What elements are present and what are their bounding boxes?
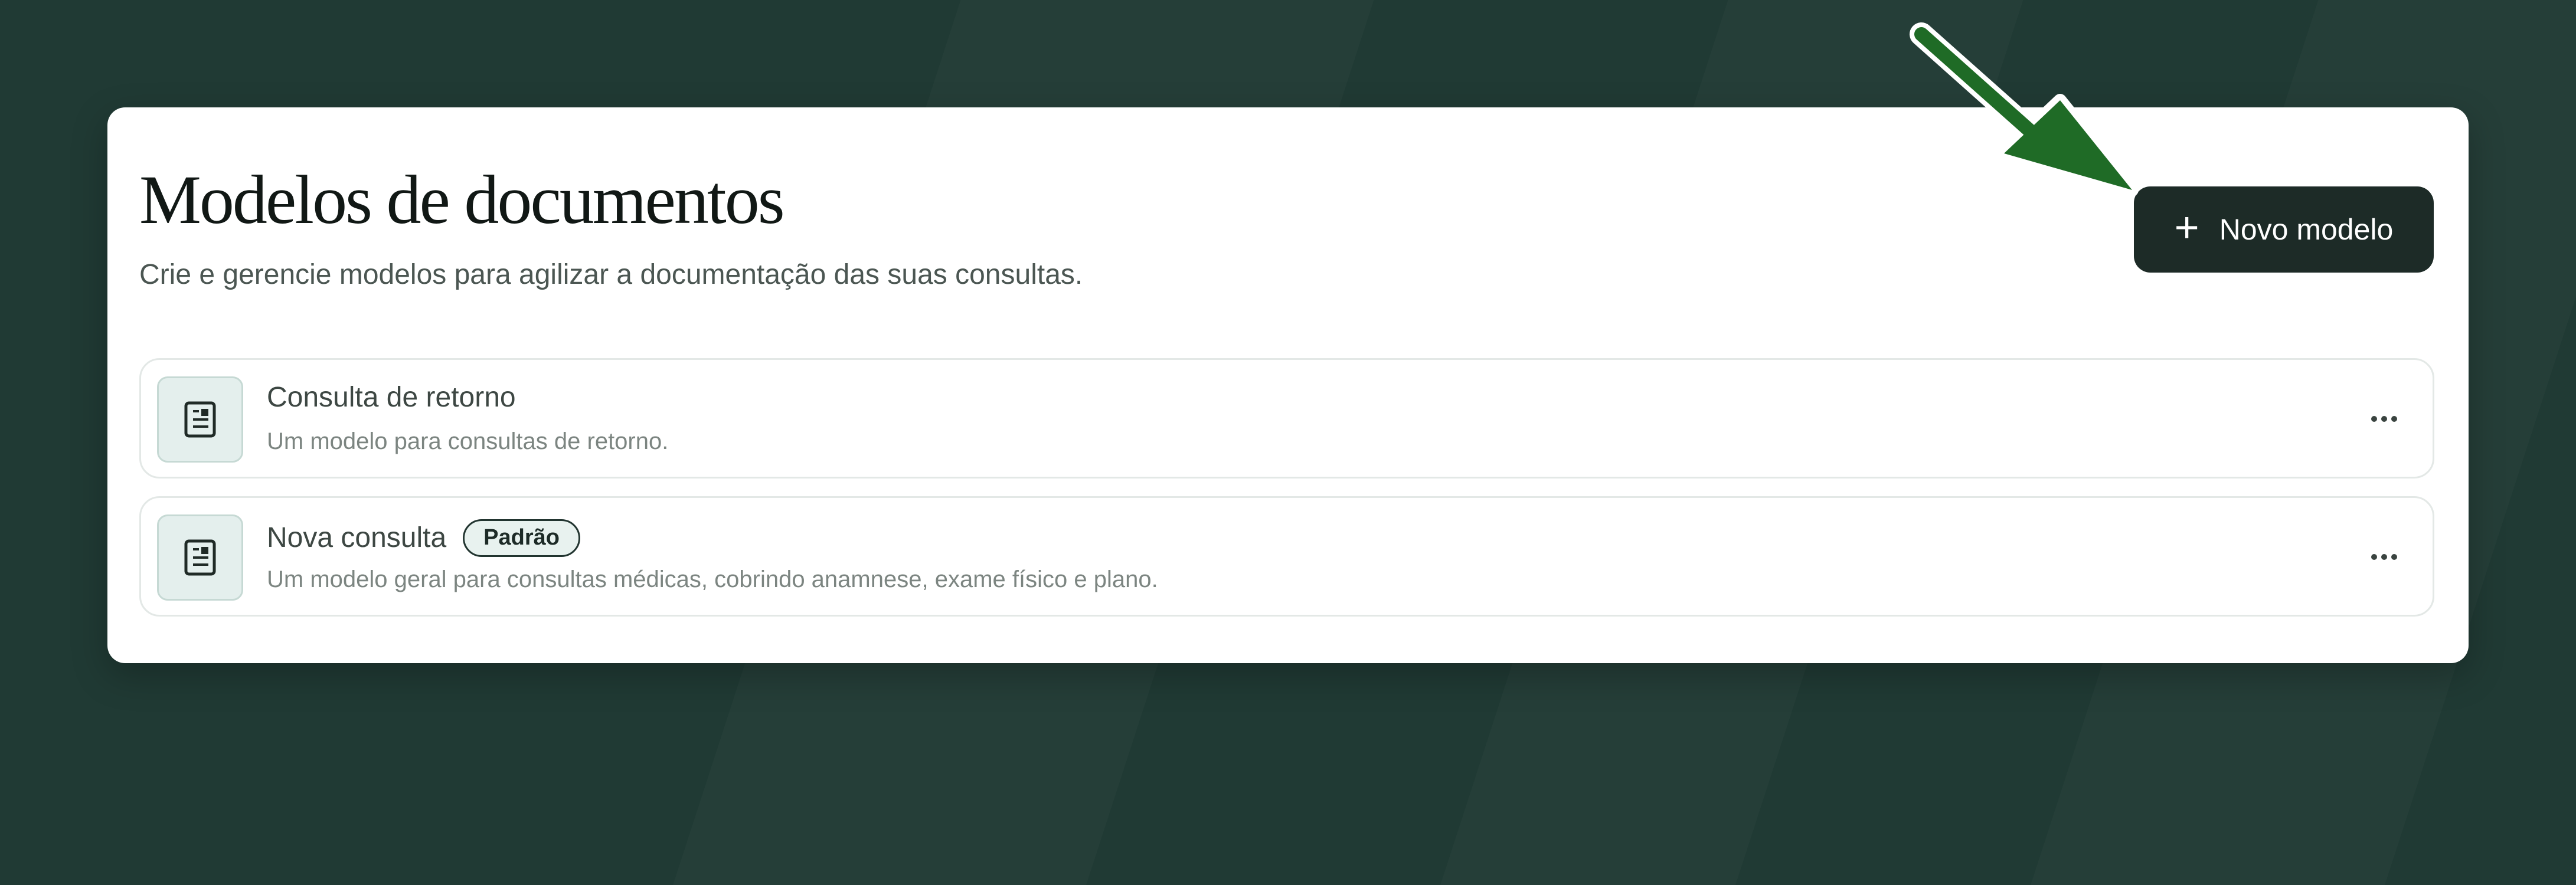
default-badge: Padrão [463, 519, 580, 557]
template-row-nova-consulta[interactable]: Nova consulta Padrão Um modelo geral par… [139, 496, 2434, 617]
more-dot [2381, 554, 2387, 560]
new-model-button-label: Novo modelo [2219, 213, 2394, 246]
document-icon [157, 376, 243, 463]
template-row-consulta-de-retorno[interactable]: Consulta de retorno Um modelo para consu… [139, 358, 2434, 478]
more-options-icon[interactable] [2366, 403, 2402, 435]
plus-icon: + [2174, 204, 2199, 251]
template-description: Um modelo para consultas de retorno. [267, 428, 669, 454]
more-dot [2381, 416, 2387, 422]
templates-card: Modelos de documentos Crie e gerencie mo… [107, 107, 2469, 663]
more-dot [2371, 416, 2377, 422]
more-dot [2391, 416, 2397, 422]
more-dot [2391, 554, 2397, 560]
template-title-group: Nova consulta Padrão [267, 519, 580, 557]
page-title: Modelos de documentos [139, 161, 785, 238]
template-name: Consulta de retorno [267, 382, 516, 413]
template-name: Nova consulta [267, 522, 447, 554]
template-description: Um modelo geral para consultas médicas, … [267, 566, 1158, 592]
template-title-group: Consulta de retorno [267, 381, 516, 414]
more-options-icon[interactable] [2366, 541, 2402, 573]
new-model-button[interactable]: + Novo modelo [2134, 186, 2434, 273]
more-dot [2371, 554, 2377, 560]
page-subtitle: Crie e gerencie modelos para agilizar a … [139, 259, 1083, 290]
document-icon [157, 514, 243, 601]
